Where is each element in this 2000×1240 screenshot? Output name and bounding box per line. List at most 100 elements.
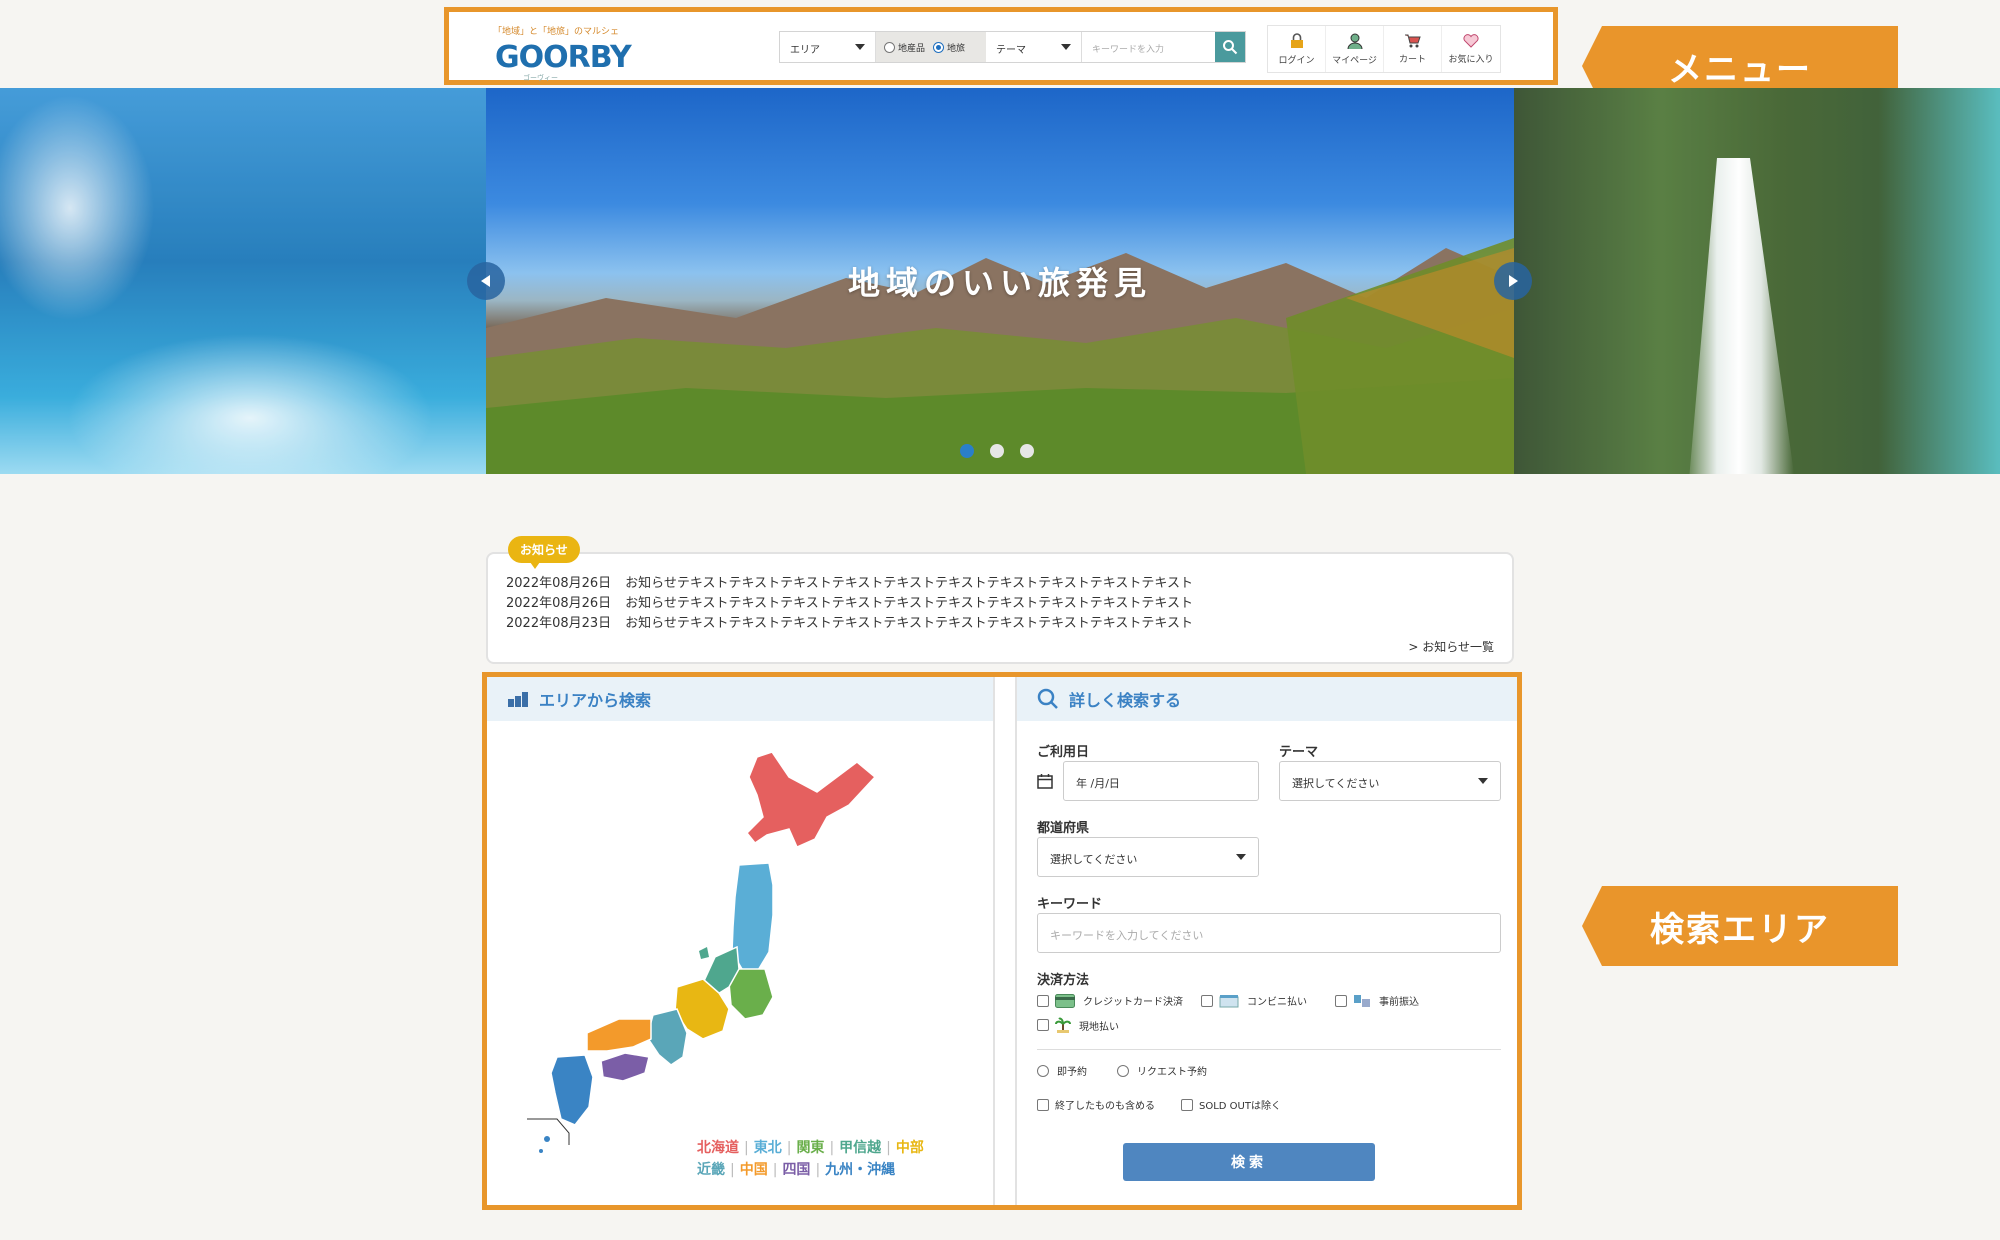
cart-icon — [1404, 34, 1421, 47]
payment-convenience-checkbox[interactable]: コンビニ払い — [1201, 993, 1307, 1008]
payment-credit-checkbox[interactable]: クレジットカード決済 — [1037, 993, 1183, 1008]
panel-gap — [995, 677, 1015, 1205]
radio-products[interactable]: 地産品 — [884, 41, 925, 54]
theme-select-label: テーマ — [996, 45, 1026, 56]
news-item[interactable]: 2022年08月26日 お知らせテキストテキストテキストテキストテキストテキストテ… — [506, 574, 1193, 594]
nav-login-label: ログイン — [1278, 55, 1315, 66]
goorby-logo[interactable]: 「地域」と「地旅」のマルシェ GOORBY ゴーヴィー — [493, 18, 632, 82]
radio-icon — [1117, 1064, 1129, 1077]
news-date: 2022年08月26日 — [506, 596, 612, 611]
legend-kanto[interactable]: 関東 — [796, 1140, 824, 1156]
payment-onsite-checkbox[interactable]: 現地払い — [1037, 1017, 1119, 1033]
convenience-store-icon — [1219, 994, 1239, 1007]
prefecture-select[interactable]: 選択してください — [1037, 837, 1259, 877]
exclude-soldout-checkbox[interactable]: SOLD OUTは除く — [1181, 1097, 1281, 1112]
booking-instant-label: 即予約 — [1057, 1067, 1087, 1078]
legend-tohoku[interactable]: 東北 — [754, 1140, 782, 1156]
hero-carousel: 地域のいい旅発見 — [0, 88, 2000, 474]
search-submit-button[interactable]: 検索 — [1123, 1143, 1375, 1181]
carousel-dot[interactable] — [960, 444, 974, 458]
logo-subtext: ゴーヴィー — [523, 74, 558, 82]
payment-bank-transfer-label: 事前振込 — [1379, 997, 1419, 1008]
checkbox-icon — [1181, 1098, 1193, 1111]
legend-kinki[interactable]: 近畿 — [697, 1162, 725, 1178]
legend-hokkaido[interactable]: 北海道 — [697, 1140, 739, 1156]
region-kinki[interactable] — [646, 1008, 688, 1066]
region-chugoku[interactable] — [586, 1018, 652, 1052]
payment-convenience-label: コンビニ払い — [1247, 997, 1307, 1008]
area-select[interactable]: エリア — [780, 32, 876, 62]
nav-login[interactable]: ログイン — [1268, 26, 1326, 72]
news-badge: お知らせ — [508, 536, 580, 569]
legend-chubu[interactable]: 中部 — [896, 1140, 924, 1156]
legend-shikoku[interactable]: 四国 — [782, 1162, 810, 1178]
booking-request-label: リクエスト予約 — [1137, 1067, 1207, 1078]
hero-title: 地域のいい旅発見 — [847, 264, 1152, 302]
legend-koshinetsu[interactable]: 甲信越 — [839, 1140, 881, 1156]
news-item[interactable]: 2022年08月23日 お知らせテキストテキストテキストテキストテキストテキストテ… — [506, 614, 1193, 634]
user-icon — [1347, 33, 1362, 49]
search-type-radios: 地産品 地旅 — [876, 32, 986, 62]
news-more-link[interactable]: > お知らせ一覧 — [1408, 638, 1494, 655]
nav-cart[interactable]: カート — [1384, 26, 1442, 72]
caret-down-icon — [1061, 44, 1071, 50]
carousel-dot[interactable] — [990, 444, 1004, 458]
payment-credit-label: クレジットカード決済 — [1083, 997, 1183, 1008]
checkbox-icon — [1037, 1019, 1049, 1031]
legend-chugoku[interactable]: 中国 — [740, 1162, 768, 1178]
keyword-input[interactable]: キーワードを入力 — [1082, 32, 1215, 62]
news-item[interactable]: 2022年08月26日 お知らせテキストテキストテキストテキストテキストテキストテ… — [506, 594, 1193, 614]
area-search-panel: エリアから検索 北海道 | 東北 | 関東 | 甲信越 | 中部 近畿 | 中国 | 四国 | 九州・沖縄 — [487, 677, 995, 1205]
payment-onsite-label: 現地払い — [1079, 1021, 1119, 1033]
theme-select[interactable]: テーマ — [986, 32, 1082, 62]
nav-favorites[interactable]: お気に入り — [1442, 26, 1500, 72]
news-box: お知らせ 2022年08月26日 お知らせテキストテキストテキストテキストテキスト… — [486, 536, 1514, 664]
legend-kyushu-okinawa[interactable]: 九州・沖縄 — [825, 1162, 895, 1178]
include-ended-label: 終了したものも含める — [1055, 1101, 1155, 1112]
lock-icon — [1290, 32, 1303, 48]
carousel-prev-button[interactable] — [467, 262, 505, 300]
region-hokkaido[interactable] — [745, 751, 877, 848]
booking-request-radio[interactable]: リクエスト予約 — [1117, 1063, 1207, 1078]
caret-down-icon — [1236, 854, 1246, 860]
radio-trips-label: 地旅 — [947, 43, 966, 54]
keyword-label: キーワード — [1037, 897, 1103, 912]
exclude-soldout-label: SOLD OUTは除く — [1199, 1101, 1281, 1112]
search-icon — [1223, 40, 1238, 55]
nav-mypage[interactable]: マイページ — [1326, 26, 1384, 72]
prefecture-label: 都道府県 — [1037, 821, 1090, 836]
include-ended-checkbox[interactable]: 終了したものも含める — [1037, 1097, 1155, 1112]
carousel-dot[interactable] — [1020, 444, 1034, 458]
detail-search-title: 詳しく検索する — [1069, 691, 1182, 710]
hero-prev-slide-image — [0, 88, 486, 474]
checkbox-icon — [1335, 994, 1347, 1007]
checkbox-icon — [1201, 994, 1213, 1007]
search-icon — [1037, 688, 1058, 709]
checkbox-icon — [1037, 994, 1049, 1007]
booking-instant-radio[interactable]: 即予約 — [1037, 1063, 1087, 1078]
radio-trips[interactable]: 地旅 — [933, 41, 965, 54]
theme-label: テーマ — [1279, 745, 1319, 760]
search-area: エリアから検索 北海道 | 東北 | 関東 | 甲信越 | 中部 近畿 | 中国 | 四国 | 九州・沖縄 — [482, 672, 1522, 1210]
map-pin-icon — [508, 692, 528, 707]
search-button[interactable] — [1215, 32, 1245, 62]
credit-card-icon — [1055, 993, 1075, 1008]
prefecture-select-value: 選択してください — [1050, 853, 1138, 866]
logo-wordmark: GOORBY — [495, 40, 632, 75]
region-kyushu[interactable] — [550, 1054, 594, 1126]
palm-tree-icon — [1055, 1017, 1071, 1033]
date-input[interactable]: 年 /月/日 — [1063, 761, 1259, 801]
bank-transfer-icon — [1354, 994, 1370, 1007]
legend-row-2: 近畿 | 中国 | 四国 | 九州・沖縄 — [697, 1162, 896, 1178]
keyword-field[interactable]: キーワードを入力してください — [1037, 913, 1501, 953]
checkbox-icon — [1037, 1098, 1049, 1111]
payment-bank-transfer-checkbox[interactable]: 事前振込 — [1335, 993, 1419, 1008]
area-select-label: エリア — [790, 45, 820, 56]
caret-down-icon — [1478, 778, 1488, 784]
radio-products-label: 地産品 — [898, 43, 926, 54]
nav-favorites-label: お気に入り — [1448, 54, 1494, 65]
carousel-next-button[interactable] — [1494, 262, 1532, 300]
region-shikoku[interactable] — [600, 1052, 650, 1082]
theme-select[interactable]: 選択してください — [1279, 761, 1501, 801]
radio-icon — [884, 41, 895, 53]
